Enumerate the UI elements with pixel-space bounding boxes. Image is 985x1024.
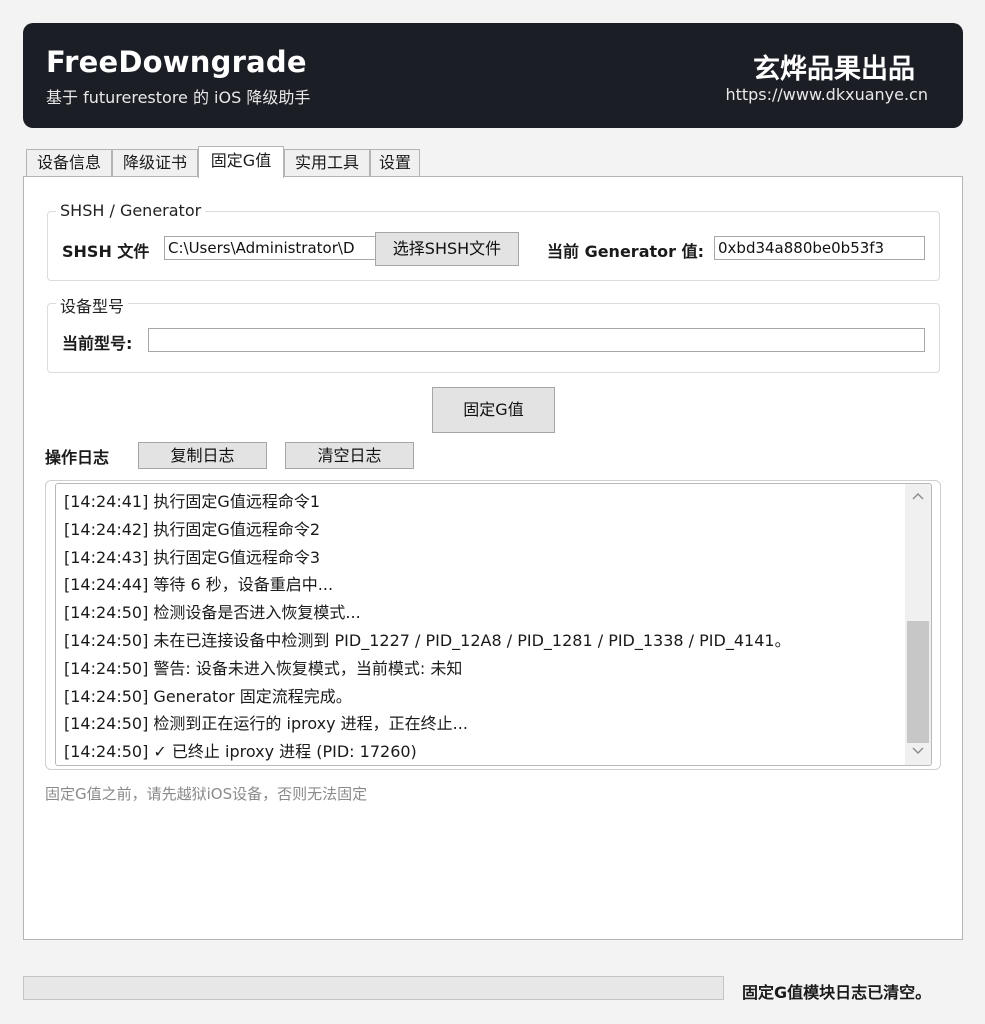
- log-line: [14:24:50] ✓ 已终止 iproxy 进程 (PID: 17260): [64, 742, 417, 762]
- shsh-group: SHSH / Generator SHSH 文件 C:\Users\Admini…: [47, 201, 940, 281]
- log-line: [14:24:44] 等待 6 秒，设备重启中...: [64, 575, 334, 595]
- model-group: 设备型号 当前型号:: [47, 293, 940, 373]
- log-lines: [14:24:41] 执行固定G值远程命令1 [14:24:42] 执行固定G值…: [64, 488, 894, 765]
- model-group-title: 设备型号: [56, 293, 129, 317]
- shsh-group-title: SHSH / Generator: [56, 201, 206, 220]
- tab-settings[interactable]: 设置: [370, 149, 420, 177]
- chevron-up-icon[interactable]: [905, 486, 931, 508]
- log-line: [14:24:41] 执行固定G值远程命令1: [64, 492, 321, 511]
- log-line: [14:24:50] Generator 固定流程完成。: [64, 686, 352, 706]
- tab-downgrade-cert[interactable]: 降级证书: [112, 149, 198, 177]
- shsh-file-label: SHSH 文件: [62, 242, 150, 261]
- log-line: [14:24:42] 执行固定G值远程命令2: [64, 519, 321, 539]
- chevron-down-icon[interactable]: [905, 741, 931, 763]
- model-label: 当前型号:: [62, 334, 133, 353]
- log-line: [14:24:50] 检测到正在运行的 iproxy 进程，正在终止...: [64, 714, 468, 734]
- status-message: 固定G值模块日志已清空。: [742, 983, 932, 1002]
- fix-generator-button[interactable]: 固定G值: [432, 387, 555, 433]
- choose-shsh-button[interactable]: 选择SHSH文件: [375, 232, 519, 266]
- tab-panel: SHSH / Generator SHSH 文件 C:\Users\Admini…: [23, 176, 963, 940]
- shsh-file-input[interactable]: C:\Users\Administrator\D: [164, 236, 376, 260]
- app-subtitle: 基于 futurerestore 的 iOS 降级助手: [46, 88, 311, 107]
- tab-device-info[interactable]: 设备信息: [26, 149, 112, 177]
- scroll-thumb[interactable]: [907, 621, 929, 743]
- log-container: [14:24:41] 执行固定G值远程命令1 [14:24:42] 执行固定G值…: [45, 480, 941, 770]
- clear-log-button[interactable]: 清空日志: [285, 442, 414, 469]
- log-line: [14:24:50] 检测设备是否进入恢复模式...: [64, 603, 361, 623]
- tab-utilities[interactable]: 实用工具: [284, 149, 370, 177]
- tab-fix-generator[interactable]: 固定G值: [198, 146, 284, 178]
- brand-name: 玄烨品果出品: [753, 54, 915, 85]
- copy-log-button[interactable]: 复制日志: [138, 442, 267, 469]
- log-scrollbar[interactable]: [905, 484, 931, 765]
- model-input[interactable]: [148, 328, 925, 352]
- log-line: [14:24:50] 未在已连接设备中检测到 PID_1227 / PID_12…: [64, 630, 791, 650]
- app-header: FreeDowngrade 基于 futurerestore 的 iOS 降级助…: [23, 23, 963, 128]
- progress-bar: [23, 976, 724, 1000]
- brand-url: https://www.dkxuanye.cn: [725, 85, 928, 104]
- log-textarea[interactable]: [14:24:41] 执行固定G值远程命令1 [14:24:42] 执行固定G值…: [55, 483, 932, 766]
- generator-value-input[interactable]: 0xbd34a880be0b53f3: [714, 236, 925, 260]
- app-title: FreeDowngrade: [46, 45, 307, 79]
- generator-label: 当前 Generator 值:: [547, 242, 704, 261]
- log-line: [14:24:43] 执行固定G值远程命令3: [64, 547, 321, 567]
- jailbreak-hint: 固定G值之前，请先越狱iOS设备，否则无法固定: [45, 785, 368, 803]
- log-title: 操作日志: [45, 448, 110, 467]
- log-line: [14:24:50] 警告: 设备未进入恢复模式，当前模式: 未知: [64, 658, 463, 678]
